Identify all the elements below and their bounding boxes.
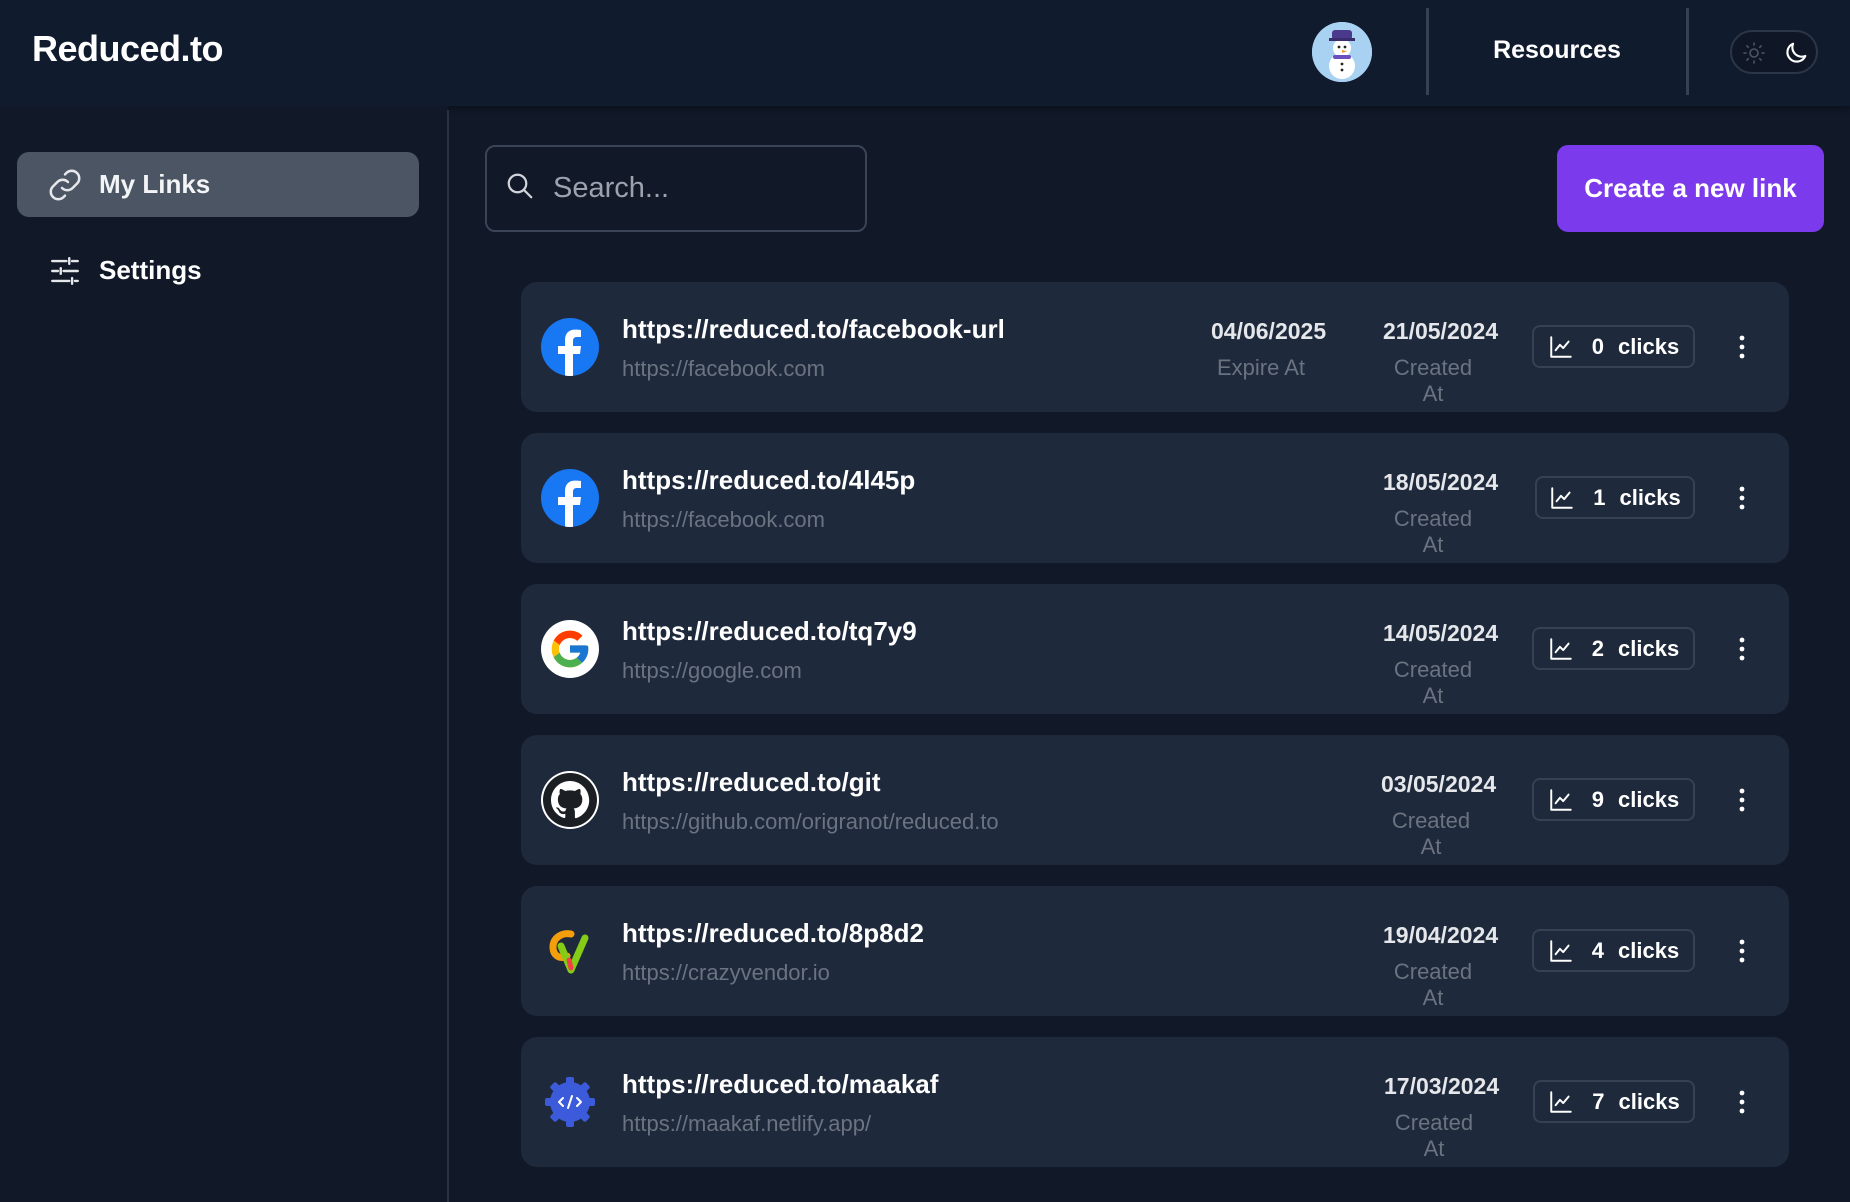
short-url-link[interactable]: https://reduced.to/maakaf [622,1069,938,1100]
created-date-value: 17/03/2024 [1384,1073,1500,1099]
link-card[interactable]: https://reduced.to/git https://github.co… [521,735,1789,865]
created-date-value: 03/05/2024 [1381,771,1497,797]
search-input[interactable] [553,172,853,205]
chart-icon [1550,637,1572,660]
nav-divider [1426,8,1429,95]
chart-icon [1550,788,1572,811]
link-card[interactable]: https://reduced.to/maakaf https://maakaf… [521,1037,1789,1167]
crazyvendor-icon [541,922,599,980]
created-date-label: Created At [1393,657,1473,708]
short-url-link[interactable]: https://reduced.to/git [622,767,881,798]
created-date: 17/03/2024 Created At [1384,1073,1500,1162]
sun-icon[interactable] [1742,41,1766,70]
clicks-label: clicks [1619,484,1681,510]
top-navbar: Reduced.to Resources [0,0,1850,106]
created-date-value: 19/04/2024 [1383,922,1499,948]
short-url-link[interactable]: https://reduced.to/8p8d2 [622,918,924,949]
more-options-icon[interactable] [1730,480,1754,516]
clicks-count: 4 [1591,937,1605,963]
user-avatar[interactable] [1312,22,1372,82]
chart-icon [1550,939,1572,962]
clicks-button[interactable]: 2 clicks [1532,627,1695,670]
clicks-count: 7 [1592,1088,1605,1114]
created-date-label: Created At [1393,355,1473,406]
google-icon [541,620,599,678]
create-link-button[interactable]: Create a new link [1557,145,1824,232]
snowman-avatar-icon [1312,22,1372,82]
clicks-label: clicks [1618,333,1680,359]
destination-url: https://crazyvendor.io [622,960,830,985]
nav-divider [1686,8,1689,95]
short-url-link[interactable]: https://reduced.to/tq7y9 [622,616,917,647]
more-options-icon[interactable] [1730,1084,1754,1120]
link-card[interactable]: https://reduced.to/facebook-url https://… [521,282,1789,412]
more-options-icon[interactable] [1730,631,1754,667]
created-date: 21/05/2024 Created At [1383,318,1499,407]
created-date-label: Created At [1394,1110,1474,1161]
destination-url: https://github.com/origranot/reduced.to [622,809,999,834]
created-date-value: 14/05/2024 [1383,620,1499,646]
chart-icon [1550,335,1572,358]
sidebar-item-label: Settings [99,255,202,285]
created-date: 14/05/2024 Created At [1383,620,1499,709]
created-date: 03/05/2024 Created At [1381,771,1497,860]
clicks-count: 0 [1591,333,1605,359]
destination-url: https://google.com [622,658,802,683]
expire-date-value: 04/06/2025 [1211,318,1327,344]
link-icon [47,167,83,203]
created-date-value: 21/05/2024 [1383,318,1499,344]
sidebar-item-label: My Links [99,169,211,199]
maakaf-gear-icon [541,1073,599,1131]
clicks-button[interactable]: 7 clicks [1533,1080,1695,1123]
expire-date: 04/06/2025 Expire At [1211,318,1327,381]
chart-icon [1550,1090,1573,1113]
created-date-value: 18/05/2024 [1383,469,1499,495]
search-box[interactable] [485,145,867,232]
created-date: 19/04/2024 Created At [1383,922,1499,1011]
chart-icon [1551,486,1574,509]
theme-toggle[interactable] [1730,30,1818,74]
clicks-button[interactable]: 0 clicks [1532,325,1695,368]
created-date-label: Created At [1393,506,1473,557]
destination-url: https://facebook.com [622,356,825,381]
sidebar-item-my-links[interactable]: My Links [17,152,419,217]
clicks-label: clicks [1618,635,1680,661]
facebook-icon [541,469,599,527]
created-date-label: Created At [1391,808,1471,859]
destination-url: https://maakaf.netlify.app/ [622,1111,872,1136]
sidebar-divider [447,110,449,1202]
clicks-button[interactable]: 4 clicks [1532,929,1695,972]
expire-date-label: Expire At [1216,355,1306,380]
clicks-count: 9 [1591,786,1605,812]
link-card[interactable]: https://reduced.to/8p8d2 https://crazyve… [521,886,1789,1016]
sidebar-item-settings[interactable]: Settings [17,238,419,303]
short-url-link[interactable]: https://reduced.to/facebook-url [622,314,1005,345]
created-date: 18/05/2024 Created At [1383,469,1499,558]
clicks-count: 2 [1591,635,1605,661]
clicks-button[interactable]: 9 clicks [1532,778,1695,821]
more-options-icon[interactable] [1730,782,1754,818]
link-card[interactable]: https://reduced.to/4l45p https://faceboo… [521,433,1789,563]
more-options-icon[interactable] [1730,329,1754,365]
clicks-label: clicks [1618,786,1680,812]
link-list: https://reduced.to/facebook-url https://… [521,282,1789,1188]
clicks-label: clicks [1618,937,1680,963]
clicks-label: clicks [1618,1088,1680,1114]
sliders-icon [47,253,83,289]
github-icon [541,771,599,829]
facebook-icon [541,318,599,376]
created-date-label: Created At [1393,959,1473,1010]
short-url-link[interactable]: https://reduced.to/4l45p [622,465,915,496]
more-options-icon[interactable] [1730,933,1754,969]
moon-icon[interactable] [1782,39,1810,72]
clicks-count: 1 [1593,484,1606,510]
destination-url: https://facebook.com [622,507,825,532]
clicks-button[interactable]: 1 clicks [1535,476,1695,519]
resources-menu[interactable]: Resources [1440,36,1674,65]
link-card[interactable]: https://reduced.to/tq7y9 https://google.… [521,584,1789,714]
search-icon [505,171,535,206]
brand-logo[interactable]: Reduced.to [32,28,224,70]
